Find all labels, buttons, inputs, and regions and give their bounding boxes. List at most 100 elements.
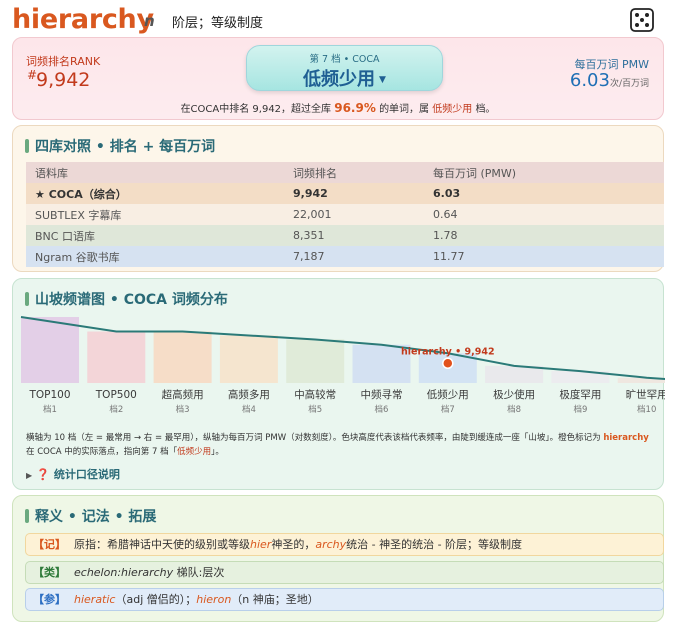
summary-middle: 的单词，属 bbox=[379, 104, 430, 115]
section-marker bbox=[25, 509, 29, 523]
band-label: 极度罕用 bbox=[559, 388, 601, 401]
analogy-gloss: 梯队:层次 bbox=[173, 566, 225, 579]
tier-label: 档4 bbox=[242, 404, 256, 415]
column-header: 语料库 bbox=[26, 162, 284, 183]
table-row: Ngram 谷歌书库 7,187 11.77 bbox=[26, 246, 664, 267]
band-label: 旷世罕用 bbox=[626, 389, 665, 401]
column-header: 每百万词 (PMW) bbox=[424, 162, 664, 183]
column-header: 词频排名 bbox=[284, 162, 424, 183]
band-subtitle: 第 7 档 • COCA bbox=[309, 54, 380, 65]
word-marker[interactable] bbox=[442, 357, 454, 370]
tier-label: 档3 bbox=[176, 404, 190, 415]
tier-label: 档10 bbox=[637, 404, 656, 415]
related-word[interactable]: hieratic bbox=[74, 593, 115, 606]
rank-value: 9,942 bbox=[36, 69, 91, 91]
table-row: BNC 口语库 8,351 1.78 bbox=[26, 225, 664, 246]
chart-note: 横轴为 10 档（左 = 最常用 → 右 = 最罕用），纵轴为每百万词 PMW（… bbox=[26, 431, 656, 459]
related-gloss: （n 神庙；圣地） bbox=[231, 593, 319, 606]
section-title: 四库对照 • 排名 + 每百万词 bbox=[25, 136, 215, 156]
note-band: 低频少用 bbox=[177, 447, 212, 457]
short-gloss: 阶层；等级制度 bbox=[172, 16, 264, 31]
pmw-unit: 次/百万词 bbox=[609, 79, 649, 89]
mnemonic-row: 【记】 原指：希腊神话中天使的级别或等级hier神圣的，archy统治 - 神圣的… bbox=[25, 533, 664, 556]
section-marker bbox=[25, 292, 29, 306]
table-cell: 0.64 bbox=[424, 204, 664, 225]
band-label: 中频寻常 bbox=[361, 388, 403, 401]
root-hier: hier bbox=[250, 538, 272, 551]
table-cell: 7,187 bbox=[284, 246, 424, 267]
tier-label: 档6 bbox=[375, 404, 389, 415]
chevron-down-icon: ▼ bbox=[379, 75, 386, 85]
mnemonic-text: 神圣的， bbox=[271, 538, 316, 551]
hill-chart: TOP100 档1 TOP500 档2 超高频用档3 高频多用档4 中高较常档5 中频寻常档6… bbox=[20, 316, 665, 415]
rank-label: 词频排名RANK bbox=[26, 55, 101, 68]
section-title: 山坡频谱图 • COCA 词频分布 bbox=[25, 289, 228, 309]
headword: hierarchy bbox=[12, 4, 154, 35]
row-tag: 【类】 bbox=[33, 566, 66, 579]
summary-band: 低频少用 bbox=[432, 104, 473, 115]
row-tag: 【记】 bbox=[33, 538, 66, 551]
pmw-value-block: 6.03次/百万词 bbox=[570, 70, 649, 91]
note-end: 」。 bbox=[211, 447, 224, 457]
question-icon: ❓ bbox=[36, 468, 50, 481]
band-label: 低频少用 bbox=[427, 388, 469, 401]
stat-method-link[interactable]: ▶ ❓ 统计口径说明 bbox=[26, 466, 120, 482]
table-cell: 8,351 bbox=[284, 225, 424, 246]
table-cell: ★ COCA（综合） bbox=[26, 183, 284, 204]
analogy-row: 【类】 echelon:hierarchy 梯队:层次 bbox=[25, 561, 664, 584]
stat-link-label: 统计口径说明 bbox=[53, 468, 120, 481]
band-label: TOP500 bbox=[95, 389, 137, 401]
table-cell: 22,001 bbox=[284, 204, 424, 225]
band-label: 超高频用 bbox=[162, 388, 204, 401]
marker-label: hierarchy • 9,942 bbox=[401, 346, 495, 357]
row-tag: 【参】 bbox=[33, 593, 66, 606]
table-cell: Ngram 谷歌书库 bbox=[26, 246, 284, 267]
note-word: hierarchy bbox=[603, 433, 649, 443]
analogy-pair: echelon:hierarchy bbox=[74, 566, 174, 579]
band-label: 中高较常 bbox=[294, 388, 336, 401]
band-bar bbox=[153, 331, 212, 383]
frequency-chart-card: 山坡频谱图 • COCA 词频分布 TOP100 档1 TOP500 档2 超高频用档3… bbox=[12, 278, 665, 490]
tier-label: 档9 bbox=[573, 404, 587, 415]
tier-label: 档7 bbox=[441, 404, 455, 415]
band-bar bbox=[286, 339, 345, 383]
table-cell: 9,942 bbox=[284, 183, 424, 204]
band-bar bbox=[87, 331, 146, 383]
table-row: SUBTLEX 字幕库 22,001 0.64 bbox=[26, 204, 664, 225]
compare-title: 四库对照 • 排名 + 每百万词 bbox=[35, 139, 216, 155]
part-of-speech: n bbox=[144, 12, 155, 30]
dice-icon[interactable] bbox=[628, 6, 656, 34]
corpus-table: 语料库 词频排名 每百万词 (PMW) ★ COCA（综合） 9,942 6.0… bbox=[26, 162, 664, 267]
tier-label: 档1 bbox=[43, 404, 57, 415]
band-label: 极少使用 bbox=[493, 388, 535, 401]
section-marker bbox=[25, 139, 29, 153]
band-name: 低频少用 ▼ bbox=[247, 65, 442, 91]
band-bar bbox=[21, 317, 79, 383]
table-cell: BNC 口语库 bbox=[26, 225, 284, 246]
band-label: TOP100 bbox=[28, 389, 70, 401]
corpus-compare-card: 四库对照 • 排名 + 每百万词 语料库 词频排名 每百万词 (PMW) ★ C… bbox=[12, 125, 664, 272]
table-row: ★ COCA（综合） 9,942 6.03 bbox=[26, 183, 664, 204]
table-cell: 11.77 bbox=[424, 246, 664, 267]
related-row: 【参】 hieratic（adj 僧侣的）；hieron（n 神庙；圣地） bbox=[25, 588, 664, 611]
band-selector-button[interactable]: 第 7 档 • COCA 低频少用 ▼ bbox=[246, 45, 443, 91]
word-header: hierarchy n 阶层；等级制度 bbox=[0, 0, 690, 38]
related-gloss: （adj 僧侣的）； bbox=[115, 593, 197, 606]
mnemonic-text: 统治 - 神圣的统治 - 阶层；等级制度 bbox=[346, 538, 523, 551]
tier-label: 档8 bbox=[507, 404, 521, 415]
related-word[interactable]: hieron bbox=[196, 593, 231, 606]
note-line1: 横轴为 10 档（左 = 最常用 → 右 = 最罕用），纵轴为每百万词 PMW（… bbox=[26, 433, 601, 443]
section-title: 释义 • 记法 • 拓展 bbox=[25, 506, 156, 526]
tier-label: 档2 bbox=[109, 404, 123, 415]
table-cell: 1.78 bbox=[424, 225, 664, 246]
root-archy: archy bbox=[315, 538, 347, 551]
summary-prefix: 在COCA中排名 9,942，超过全库 bbox=[180, 104, 332, 115]
table-cell: 6.03 bbox=[424, 183, 664, 204]
summary-suffix: 档。 bbox=[475, 104, 496, 115]
note-line2: 在 COCA 中的实际落点，指向第 7 档「 bbox=[26, 447, 178, 457]
meaning-card: 释义 • 记法 • 拓展 【记】 原指：希腊神话中天使的级别或等级hier神圣的，… bbox=[12, 495, 664, 622]
triangle-right-icon: ▶ bbox=[26, 471, 33, 480]
summary-percent: 96.9% bbox=[334, 101, 376, 115]
meaning-title: 释义 • 记法 • 拓展 bbox=[35, 509, 157, 525]
rank-summary: 在COCA中排名 9,942，超过全库 96.9% 的单词，属 低频少用 档。 bbox=[13, 100, 663, 115]
